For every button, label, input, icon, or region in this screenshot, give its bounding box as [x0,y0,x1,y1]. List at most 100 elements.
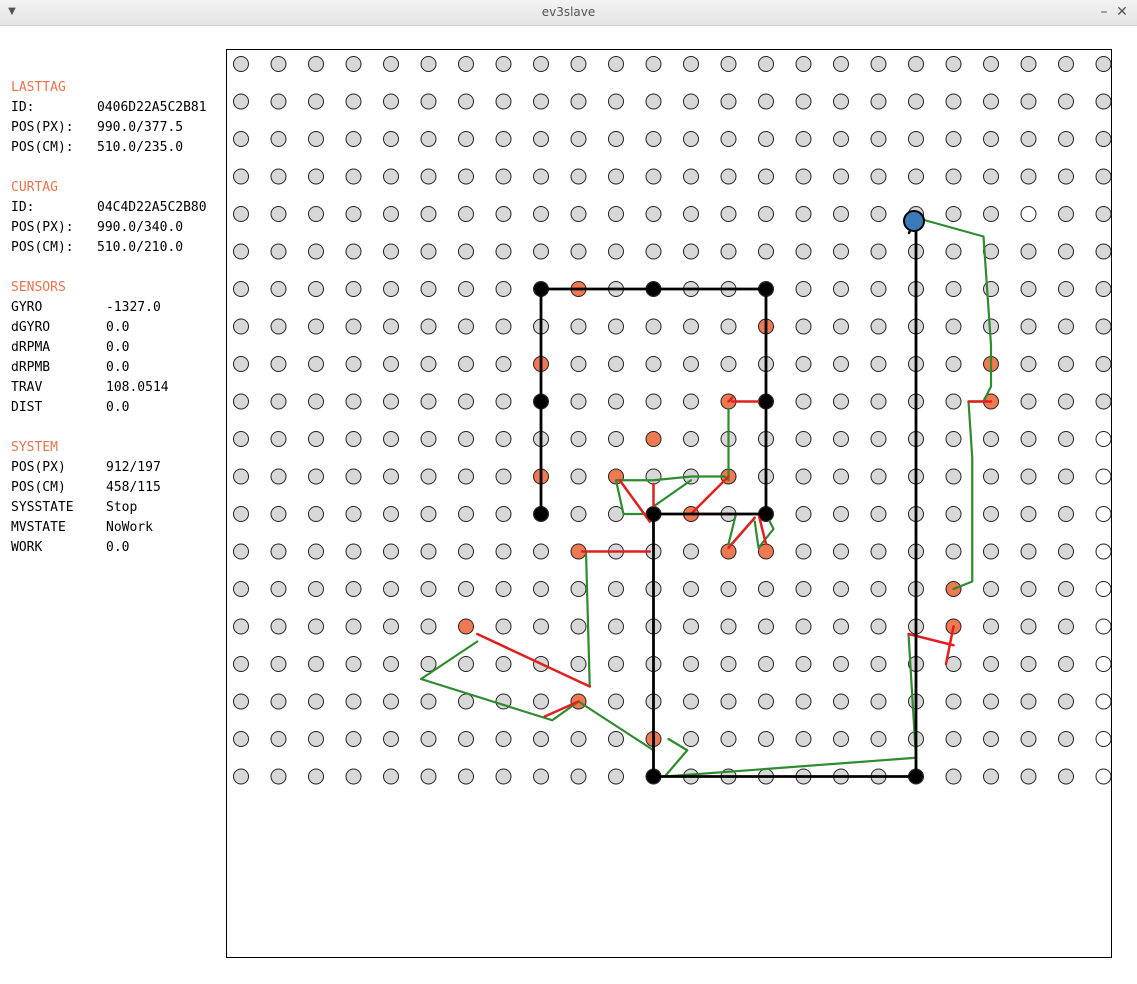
grid-tag-dot [795,131,812,147]
grid-tag-dot-unvisited [1020,206,1037,222]
grid-tag-dot [308,506,324,522]
grid-tag-dot [683,393,699,410]
grid-tag-dot [795,656,812,672]
grid-tag-dot [270,618,287,635]
grid-tag-dot [870,56,887,72]
grid-tag-dot [1020,581,1037,597]
grid-tag-dot [533,731,549,747]
grid-tag-dot [1095,393,1111,410]
grid-tag-dot [983,731,999,747]
grid-tag-dot [570,468,587,485]
grid-tag-dot [870,431,887,447]
grid-tag-dot [420,468,437,485]
grid-tag-dot [870,543,887,560]
grid-tag-dot [533,543,549,560]
grid-tag-dot-unvisited [1095,431,1111,447]
grid-tag-dot [383,168,399,185]
route-waypoint [909,769,923,784]
grid-tag-dot [645,131,662,147]
grid-tag-dot [458,168,474,185]
curtag-header: CURTAG [11,180,58,195]
grid-tag-dot [270,243,287,260]
grid-tag-dot [420,56,437,72]
row-label: ID: [11,100,35,115]
map-canvas[interactable] [226,49,1112,958]
grid-tag-dot [945,56,962,72]
grid-tag-dot [908,93,924,110]
grid-tag-dot-visited [645,431,662,447]
grid-tag-dot [458,393,474,410]
grid-tag-dot [570,393,587,410]
grid-tag-dot [1058,543,1074,560]
grid-tag-dot [270,693,287,710]
grid-tag-dot [870,318,887,335]
row-value: 458/115 [106,480,161,495]
grid-tag-dot [1020,618,1037,635]
grid-tag-dot [1058,243,1074,260]
grid-tag-dot [945,731,962,747]
row-label: WORK [11,540,43,555]
grid-tag-dot [420,131,437,147]
grid-tag-dot [833,356,849,372]
system-header: SYSTEM [11,440,58,455]
map-svg[interactable] [227,50,1111,957]
grid-tag-dot [420,206,437,222]
grid-tag-dot [420,393,437,410]
grid-tag-dot [570,618,587,635]
grid-tag-dot [795,206,812,222]
grid-tag-dot [608,581,624,597]
grid-tag-dot [270,131,287,147]
grid-tag-dot [420,243,437,260]
grid-tag-dot [533,243,549,260]
grid-tag-dot [833,581,849,597]
grid-tag-dot [945,281,962,297]
grid-tag-dot [983,506,999,522]
grid-tag-dot [495,618,512,635]
row-value: 990.0/377.5 [97,120,184,135]
grid-tag-dot [645,206,662,222]
grid-tag-dot [645,93,662,110]
grid-tag-dot [833,731,849,747]
close-icon[interactable]: ✕ [1114,4,1130,20]
grid-tag-dot [1020,656,1037,672]
row-label: POS(PX) [11,460,66,475]
grid-tag-dot [945,168,962,185]
grid-tag-dot [345,693,362,710]
grid-tag-dot [945,131,962,147]
grid-tag-dot [908,168,924,185]
grid-tag-dot [795,693,812,710]
grid-tag-dot [458,543,474,560]
grid-tag-dot [870,656,887,672]
grid-tag-dot [795,431,812,447]
grid-tag-dot [1058,693,1074,710]
grid-tag-dot [495,243,512,260]
grid-tag-dot [345,506,362,522]
grid-tag-dot [683,618,699,635]
grid-tag-dot [645,168,662,185]
row-value: 0406D22A5C2B81 [97,100,207,115]
grid-tag-dot [495,318,512,335]
minimize-icon[interactable]: – [1096,4,1112,20]
grid-tag-dot [795,56,812,72]
grid-tag-dot [608,168,624,185]
grid-tag-dot [945,543,962,560]
grid-tag-dot [983,618,999,635]
grid-tag-dot [945,356,962,372]
row-value: 0.0 [106,540,130,555]
grid-tag-dot [233,318,249,335]
grid-tag-dot [233,131,249,147]
grid-tag-dot [945,243,962,260]
grid-tag-dot [383,318,399,335]
grid-tag-dot [983,431,999,447]
grid-tag-dot [833,543,849,560]
grid-tag-dot [1020,431,1037,447]
row-label: POS(CM) [11,480,66,495]
grid-tag-dot [1095,243,1111,260]
grid-tag-dot [383,543,399,560]
grid-tag-dot [870,356,887,372]
lasttag-header: LASTTAG [11,80,66,95]
grid-tag-dot [383,206,399,222]
row-label: MVSTATE [11,520,66,535]
grid-tag-dot [458,93,474,110]
grid-tag-dot [533,618,549,635]
